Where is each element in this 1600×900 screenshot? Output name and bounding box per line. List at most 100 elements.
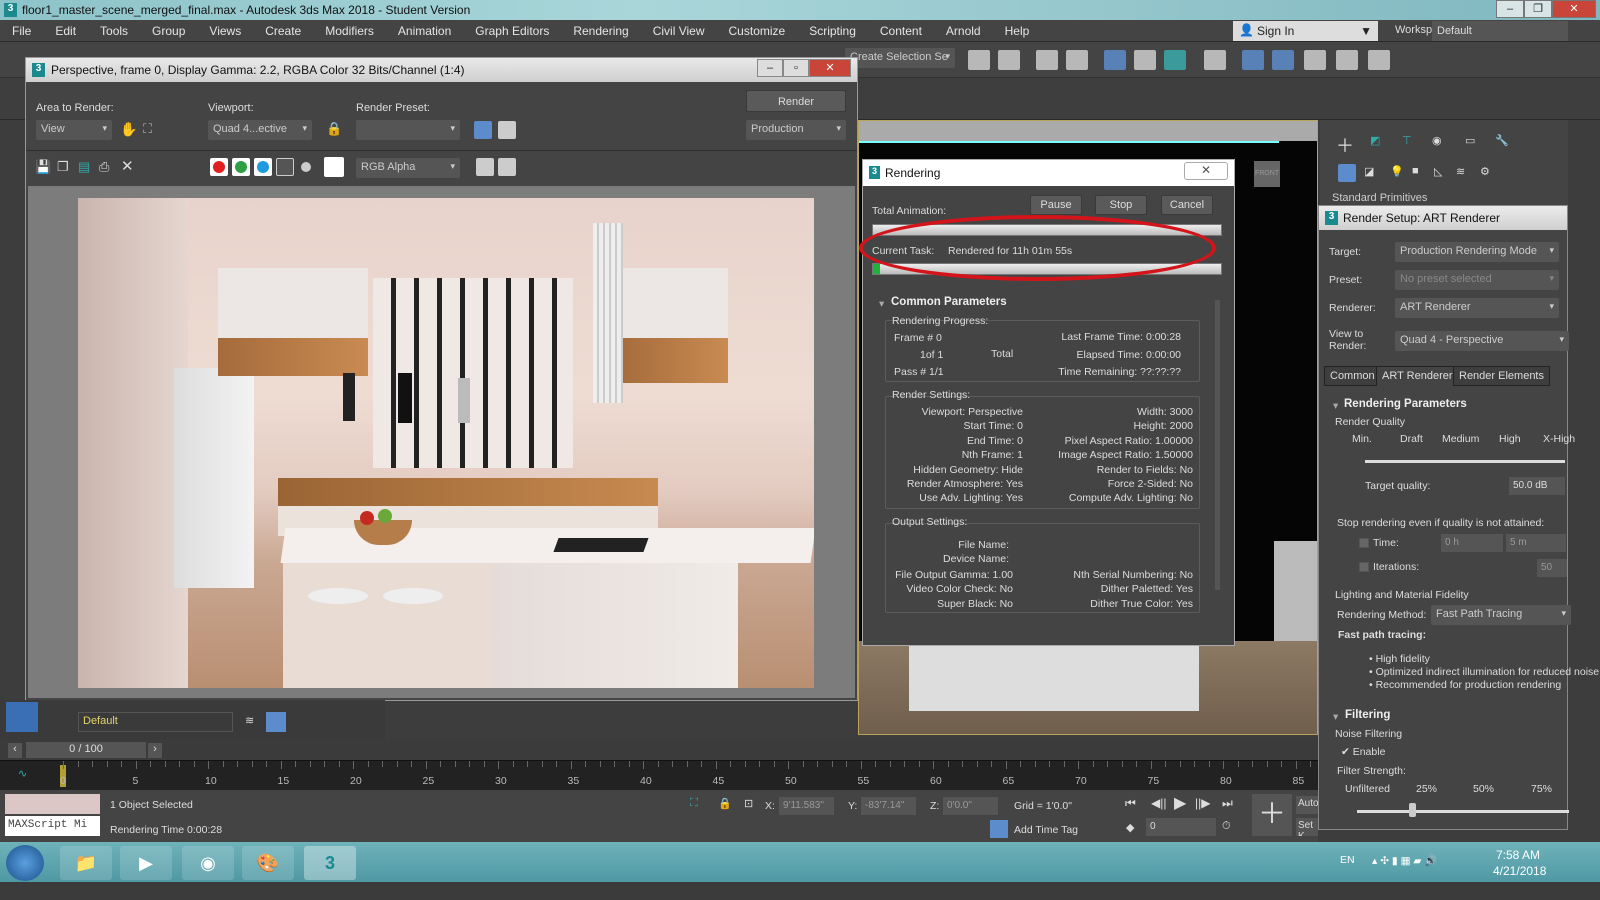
add-time-tag-button[interactable]: Add Time Tag [1014,824,1078,836]
collapse-icon[interactable]: ▾ [879,298,884,310]
close-button[interactable]: ✕ [809,59,851,77]
media-player-icon[interactable]: ▶ [120,846,172,880]
iterations-input[interactable]: 50 [1537,559,1567,577]
isolate-selection-icon[interactable]: ⛶ [690,797,698,810]
background-color-swatch[interactable] [324,157,344,177]
rendering-method-dropdown[interactable]: Fast Path Tracing [1431,605,1571,625]
layer-explorer-icon[interactable] [266,712,286,732]
environment-icon[interactable] [498,121,516,139]
language-indicator[interactable]: EN [1340,854,1355,866]
render-cloud-icon[interactable] [1336,50,1358,70]
chrome-icon[interactable]: ◉ [182,846,234,880]
absolute-mode-icon[interactable]: ⊡ [744,797,753,810]
go-to-start-icon[interactable]: ⏮ [1125,796,1136,811]
scrollbar[interactable] [1215,300,1220,590]
minimize-button[interactable]: – [1496,0,1524,18]
selection-lock-icon[interactable]: 🔒 [718,797,732,810]
common-parameters-header[interactable]: Common Parameters [891,296,1007,308]
create-tab-icon[interactable]: ＋ [1336,132,1354,158]
modify-tab-icon[interactable]: ◩ [1370,134,1380,147]
prev-frame-button[interactable]: ‹ [8,743,22,758]
clock-date[interactable]: 4/21/2018 [1493,864,1546,878]
scene-explorer-icon[interactable] [1036,50,1058,70]
menu-views[interactable]: Views [197,24,253,38]
z-coordinate-field[interactable]: 0'0.0" [943,797,998,815]
rendered-frame-window-icon[interactable] [1272,50,1294,70]
rendering-parameters-header[interactable]: Rendering Parameters [1344,398,1467,410]
render-preset-dropdown[interactable] [356,120,460,140]
space-warps-icon[interactable]: ≋ [1456,165,1465,178]
pause-button[interactable]: Pause [1030,195,1082,215]
file-explorer-icon[interactable]: 📁 [60,846,112,880]
menu-modifiers[interactable]: Modifiers [313,24,386,38]
monochrome-icon[interactable] [301,162,311,172]
restore-button[interactable]: ❐ [1524,0,1552,18]
render-production-icon[interactable] [1304,50,1326,70]
systems-icon[interactable]: ⚙ [1480,165,1490,178]
iterations-checkbox[interactable] [1359,562,1369,572]
lights-icon[interactable]: 💡 [1390,165,1404,178]
viewport-dropdown[interactable]: Quad 4...ective [208,120,312,140]
next-frame-icon[interactable]: ||▶ [1195,796,1210,810]
viewcube[interactable]: FRONT [1254,161,1280,187]
menu-tools[interactable]: Tools [88,24,140,38]
utilities-tab-icon[interactable]: 🔧 [1495,134,1509,147]
hand-icon[interactable]: ✋ [120,121,137,138]
current-frame-field[interactable]: 0 [1146,818,1216,836]
helpers-icon[interactable]: ◺ [1434,165,1442,178]
menu-rendering[interactable]: Rendering [561,24,640,38]
cancel-button[interactable]: Cancel [1161,195,1213,215]
close-button[interactable]: ✕ [1184,162,1228,180]
key-mode-icon[interactable]: ◆ [1126,821,1134,834]
clock-time[interactable]: 7:58 AM [1496,848,1540,862]
target-quality-input[interactable]: 50.0 dB [1509,477,1565,495]
print-icon[interactable]: ⎙ [99,159,109,175]
x-coordinate-field[interactable]: 9'11.583" [779,797,834,815]
tab-render-elements[interactable]: Render Elements [1453,366,1550,386]
blue-channel-toggle[interactable] [254,158,272,176]
menu-file[interactable]: File [0,24,43,38]
menu-customize[interactable]: Customize [717,24,798,38]
maxscript-listener[interactable] [5,794,100,814]
y-coordinate-field[interactable]: -83'7.14" [861,797,916,815]
layers-icon[interactable]: ≋ [245,714,254,727]
enable-checkbox[interactable]: ✔ Enable [1341,746,1385,758]
maximize-button[interactable]: ▫ [783,59,809,77]
menu-graph-editors[interactable]: Graph Editors [463,24,561,38]
start-button[interactable] [6,845,44,881]
renderer-dropdown[interactable]: ART Renderer [1395,298,1559,318]
green-channel-toggle[interactable] [232,158,250,176]
close-button[interactable]: ✕ [1552,0,1596,18]
filtering-header[interactable]: Filtering [1345,709,1390,721]
previous-frame-icon[interactable]: ◀|| [1151,796,1166,810]
collapse-icon[interactable]: ▾ [1333,400,1338,412]
time-configuration-icon[interactable]: ⏱ [1222,820,1231,833]
render-setup-icon[interactable] [1242,50,1264,70]
tray-icons[interactable]: ▴ ✣ ▮ ▦ ▰ 🔊 [1372,854,1438,867]
menu-create[interactable]: Create [253,24,313,38]
workspaces-dropdown[interactable]: Default [1432,21,1568,41]
menu-help[interactable]: Help [993,24,1042,38]
menu-content[interactable]: Content [868,24,934,38]
time-tag-icon[interactable] [990,820,1008,838]
next-frame-button[interactable]: › [148,743,162,758]
cameras-icon[interactable]: ■ [1412,165,1419,177]
time-slider[interactable]: 0 / 100 [26,742,146,758]
menu-animation[interactable]: Animation [386,24,463,38]
ribbon-toggle-icon[interactable] [1104,50,1126,70]
clone-window-icon[interactable]: ▤ [78,159,90,175]
motion-tab-icon[interactable]: ◉ [1432,134,1442,147]
copy-image-icon[interactable]: ❐ [57,159,69,175]
material-editor-icon[interactable] [1204,50,1226,70]
menu-arnold[interactable]: Arnold [934,24,993,38]
menu-group[interactable]: Group [140,24,197,38]
time-minutes-input[interactable]: 5 m [1506,534,1566,552]
tab-common[interactable]: Common [1324,366,1381,386]
alpha-channel-toggle[interactable] [276,158,294,176]
menu-civil-view[interactable]: Civil View [641,24,717,38]
time-hours-input[interactable]: 0 h [1441,534,1503,552]
frame-buffer-icon[interactable] [476,158,494,176]
render-setup-icon[interactable] [474,121,492,139]
auto-region-icon[interactable]: ⛶ [143,121,152,137]
align-icon[interactable] [998,50,1020,70]
